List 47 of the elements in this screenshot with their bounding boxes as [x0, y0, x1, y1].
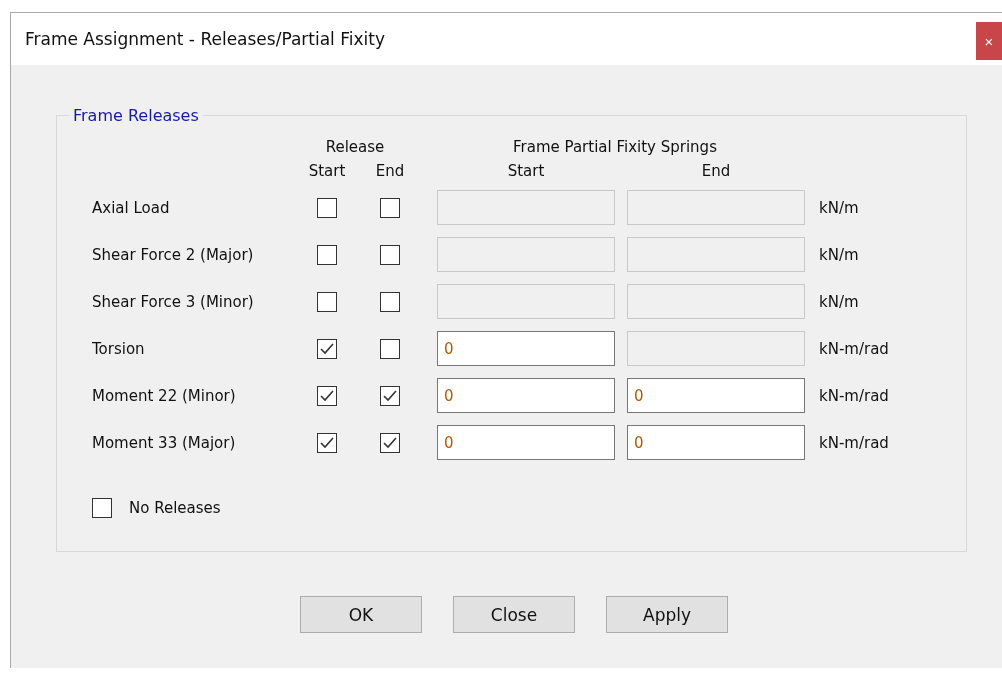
input-field[interactable]: 0: [437, 378, 615, 413]
checkbox[interactable]: [317, 432, 337, 453]
dialog-button[interactable]: OK: [300, 596, 422, 633]
row-label: Axial Load: [92, 198, 171, 217]
checkbox[interactable]: [380, 385, 400, 406]
checkbox[interactable]: [317, 244, 337, 265]
column-header: Start: [308, 162, 346, 180]
window-title: Frame Assignment - Releases/Partial Fixity: [25, 29, 385, 49]
row-label: Torsion: [92, 339, 146, 358]
checkbox[interactable]: [317, 385, 337, 406]
row-label: Moment 22 (Minor): [92, 386, 237, 405]
checkbox[interactable]: [380, 432, 400, 453]
unit-label: kN/m: [819, 245, 860, 264]
checkbox[interactable]: [317, 197, 337, 218]
checkbox[interactable]: [317, 291, 337, 312]
input-field[interactable]: 0: [627, 425, 805, 460]
unit-label: kN/m: [819, 198, 860, 217]
checkbox-label: No Releases: [129, 499, 221, 517]
column-header: End: [700, 162, 732, 180]
unit-label: kN-m/rad: [819, 339, 890, 358]
checkmark-icon: [383, 436, 397, 449]
input-field[interactable]: 0: [437, 425, 615, 460]
column-header: Release: [325, 138, 385, 156]
dialog-button[interactable]: Apply: [606, 596, 728, 633]
checkbox[interactable]: [380, 197, 400, 218]
dialog-button[interactable]: Close: [453, 596, 575, 633]
checkmark-icon: [383, 389, 397, 402]
checkbox[interactable]: [317, 338, 337, 359]
unit-label: kN-m/rad: [819, 386, 890, 405]
column-header: Start: [506, 162, 546, 180]
row-label: Shear Force 3 (Minor): [92, 292, 255, 311]
unit-label: kN-m/rad: [819, 433, 890, 452]
checkbox[interactable]: [380, 291, 400, 312]
column-header: Frame Partial Fixity Springs: [513, 138, 717, 156]
column-header: End: [375, 162, 405, 180]
checkbox[interactable]: [92, 498, 112, 518]
checkmark-icon: [320, 342, 334, 355]
checkmark-icon: [320, 389, 334, 402]
close-button[interactable]: ×: [976, 22, 1002, 60]
unit-label: kN/m: [819, 292, 860, 311]
checkmark-icon: [320, 436, 334, 449]
checkbox[interactable]: [380, 244, 400, 265]
input-field[interactable]: 0: [437, 331, 615, 366]
row-label: Moment 33 (Major): [92, 433, 237, 452]
checkbox[interactable]: [380, 338, 400, 359]
input-field[interactable]: 0: [627, 378, 805, 413]
row-label: Shear Force 2 (Major): [92, 245, 255, 264]
